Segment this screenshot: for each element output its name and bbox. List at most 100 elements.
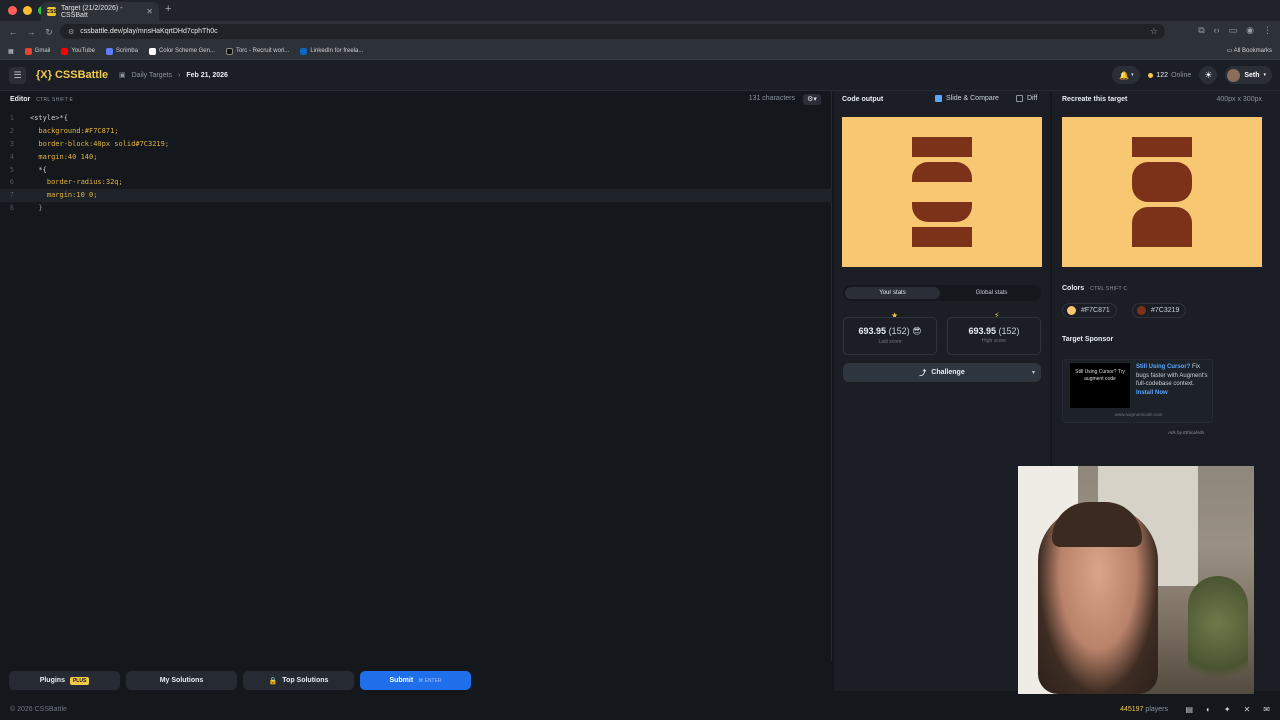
all-bookmarks[interactable]: ▭ All Bookmarks: [1227, 47, 1272, 54]
ads-by-ethicalads[interactable]: Ads by EthicalAds: [1168, 430, 1204, 435]
blog-icon[interactable]: ▤: [1185, 705, 1193, 714]
calendar-icon: ▣: [119, 72, 126, 79]
tab-global-stats[interactable]: Global stats: [944, 287, 1039, 299]
extensions-icon[interactable]: ⧉: [1198, 25, 1204, 36]
code-line[interactable]: 1 <style>*{: [0, 112, 832, 125]
top-solutions-button[interactable]: 🔒 Top Solutions: [243, 671, 354, 690]
output-bar-3: [912, 202, 972, 222]
ad-image[interactable]: Still Using Cursor? Try augment code: [1070, 363, 1130, 408]
color-dot-icon: [1067, 306, 1076, 315]
plugins-button[interactable]: Plugins PLUS: [9, 671, 120, 690]
torc-icon: [225, 47, 233, 55]
bookmark-linkedin[interactable]: LinkedIn for freela...: [300, 47, 363, 55]
bookmark-torc[interactable]: Torc - Recruit worl...: [225, 47, 289, 55]
checkbox-unchecked-icon[interactable]: [1016, 95, 1023, 102]
bookmark-gmail[interactable]: Gmail: [24, 47, 50, 55]
last-score-label: Last score: [878, 339, 902, 345]
webcam-background-plant: [1188, 576, 1248, 694]
browser-tab-active[interactable]: CSS Target (21/2/2026) - CSSBatt ✕: [41, 2, 159, 21]
chevron-down-icon: ▾: [1131, 72, 1134, 78]
line-number: 7: [9, 191, 14, 200]
challenge-button[interactable]: ⤴ Challenge ▾: [843, 363, 1041, 382]
tab-title: Target (21/2/2026) - CSSBatt: [61, 4, 123, 19]
ad-cta-link[interactable]: Install Now: [1136, 390, 1168, 396]
chevron-down-icon[interactable]: ▾: [1032, 369, 1035, 376]
code-line[interactable]: 2 background:#F7C871;: [0, 125, 832, 138]
devtools-icon[interactable]: ‹›: [1214, 25, 1220, 36]
line-number: 6: [9, 178, 14, 187]
minimize-window-button[interactable]: [23, 6, 32, 15]
bookmark-scrimba[interactable]: Scrimba: [105, 47, 138, 55]
code-line[interactable]: 6 border-radius:32q;: [0, 176, 832, 189]
character-count: 131 characters: [748, 95, 795, 102]
share-icon: ⤴: [919, 369, 927, 377]
editor-action-bar: Plugins PLUS My Solutions 🔒 Top Solution…: [0, 668, 832, 693]
code-line[interactable]: 4 margin:40 140;: [0, 150, 832, 163]
high-score-count: (152): [998, 326, 1020, 336]
players-count: 445197 players: [1120, 706, 1168, 713]
scrimba-icon: [105, 47, 113, 55]
close-tab-icon[interactable]: ✕: [146, 7, 153, 16]
email-icon[interactable]: ✉: [1263, 705, 1270, 714]
linkedin-icon: [300, 47, 308, 55]
output-canvas[interactable]: [842, 117, 1042, 267]
color-swatch-1[interactable]: #F7C871: [1062, 303, 1117, 318]
url-input[interactable]: ⚙ cssbattle.dev/play/mnsHaKqrtDHd7cphTh0…: [60, 24, 1165, 39]
code-line-active[interactable]: 7 margin:10 0;: [0, 188, 832, 202]
code-line[interactable]: 8 }: [0, 202, 832, 215]
breadcrumb-daily-targets[interactable]: Daily Targets: [132, 72, 172, 79]
bookmark-youtube[interactable]: YouTube: [61, 47, 95, 55]
high-score-card: 693.95 (152) High score: [947, 317, 1041, 355]
bookmark-star-icon[interactable]: ☆: [1150, 26, 1158, 37]
x-twitter-icon[interactable]: ✕: [1244, 705, 1251, 714]
bookmark-color-scheme[interactable]: Color Scheme Gen...: [148, 47, 215, 55]
tab-your-stats[interactable]: Your stats: [845, 287, 940, 299]
checkbox-checked-icon[interactable]: [935, 95, 942, 102]
gear-icon: ⚙▾: [807, 96, 817, 103]
my-solutions-button[interactable]: My Solutions: [126, 671, 237, 690]
lock-icon: 🔒: [268, 677, 278, 685]
apps-icon[interactable]: ▦: [8, 48, 14, 55]
target-bar-4: [1132, 207, 1192, 227]
close-window-button[interactable]: [8, 6, 17, 15]
back-icon[interactable]: ←: [8, 27, 18, 37]
submit-button[interactable]: Submit ⌘ ENTER: [360, 671, 471, 690]
forward-icon[interactable]: →: [26, 27, 36, 37]
user-menu-button[interactable]: Seth ▾: [1225, 66, 1272, 84]
folder-icon: ▭: [1226, 48, 1234, 54]
colors-header: Colors CTRL SHIFT C: [1062, 285, 1127, 292]
stats-tabs: Your stats Global stats: [843, 285, 1041, 301]
ad-text[interactable]: Still Using Cursor? Fix bugs faster with…: [1136, 363, 1212, 397]
browser-tab-strip: [0, 0, 1280, 21]
high-score-value: 693.95: [968, 326, 996, 336]
cssbattle-logo[interactable]: {X} CSSBattle: [36, 69, 108, 81]
online-label: Online: [1171, 71, 1192, 79]
notifications-button[interactable]: 🔔 ▾: [1112, 66, 1141, 84]
bluesky-icon[interactable]: ✦: [1224, 705, 1231, 714]
new-tab-icon[interactable]: +: [165, 3, 171, 15]
editor-settings-button[interactable]: ⚙▾: [803, 94, 821, 105]
profile-icon[interactable]: ◉: [1246, 25, 1254, 36]
code-line[interactable]: 3 border-block:40px solid#7C3219;: [0, 138, 832, 151]
last-score-value: 693.95: [858, 326, 887, 336]
code-editor-panel: Editor CTRL SHIFT E 131 characters ⚙▾ 1 <…: [0, 91, 832, 661]
slide-compare-toggle[interactable]: Slide & Compare: [935, 95, 999, 102]
colors-shortcut: CTRL SHIFT C: [1090, 285, 1128, 292]
code-area[interactable]: 1 <style>*{ 2 background:#F7C871; 3 borde…: [0, 112, 832, 214]
line-number: 4: [9, 152, 14, 161]
reload-icon[interactable]: ↻: [44, 27, 54, 38]
line-number: 8: [9, 203, 14, 212]
site-info-icon[interactable]: ⚙: [68, 28, 74, 36]
browser-menu-icon[interactable]: ⋮: [1263, 25, 1272, 36]
cast-icon[interactable]: ▭: [1229, 25, 1238, 36]
gmail-icon: [24, 47, 32, 55]
theme-toggle-button[interactable]: ☀: [1199, 66, 1218, 84]
sponsor-ad[interactable]: Still Using Cursor? Try augment code Sti…: [1062, 359, 1213, 423]
target-canvas[interactable]: [1062, 117, 1262, 267]
color-swatch-2[interactable]: #7C3219: [1132, 303, 1187, 318]
diff-toggle[interactable]: Diff: [1016, 95, 1037, 102]
code-line[interactable]: 5 *{: [0, 163, 832, 176]
webcam-video-overlay: [1018, 466, 1254, 694]
discord-icon[interactable]: ◐: [1206, 705, 1211, 714]
menu-icon[interactable]: ☰: [9, 67, 26, 84]
